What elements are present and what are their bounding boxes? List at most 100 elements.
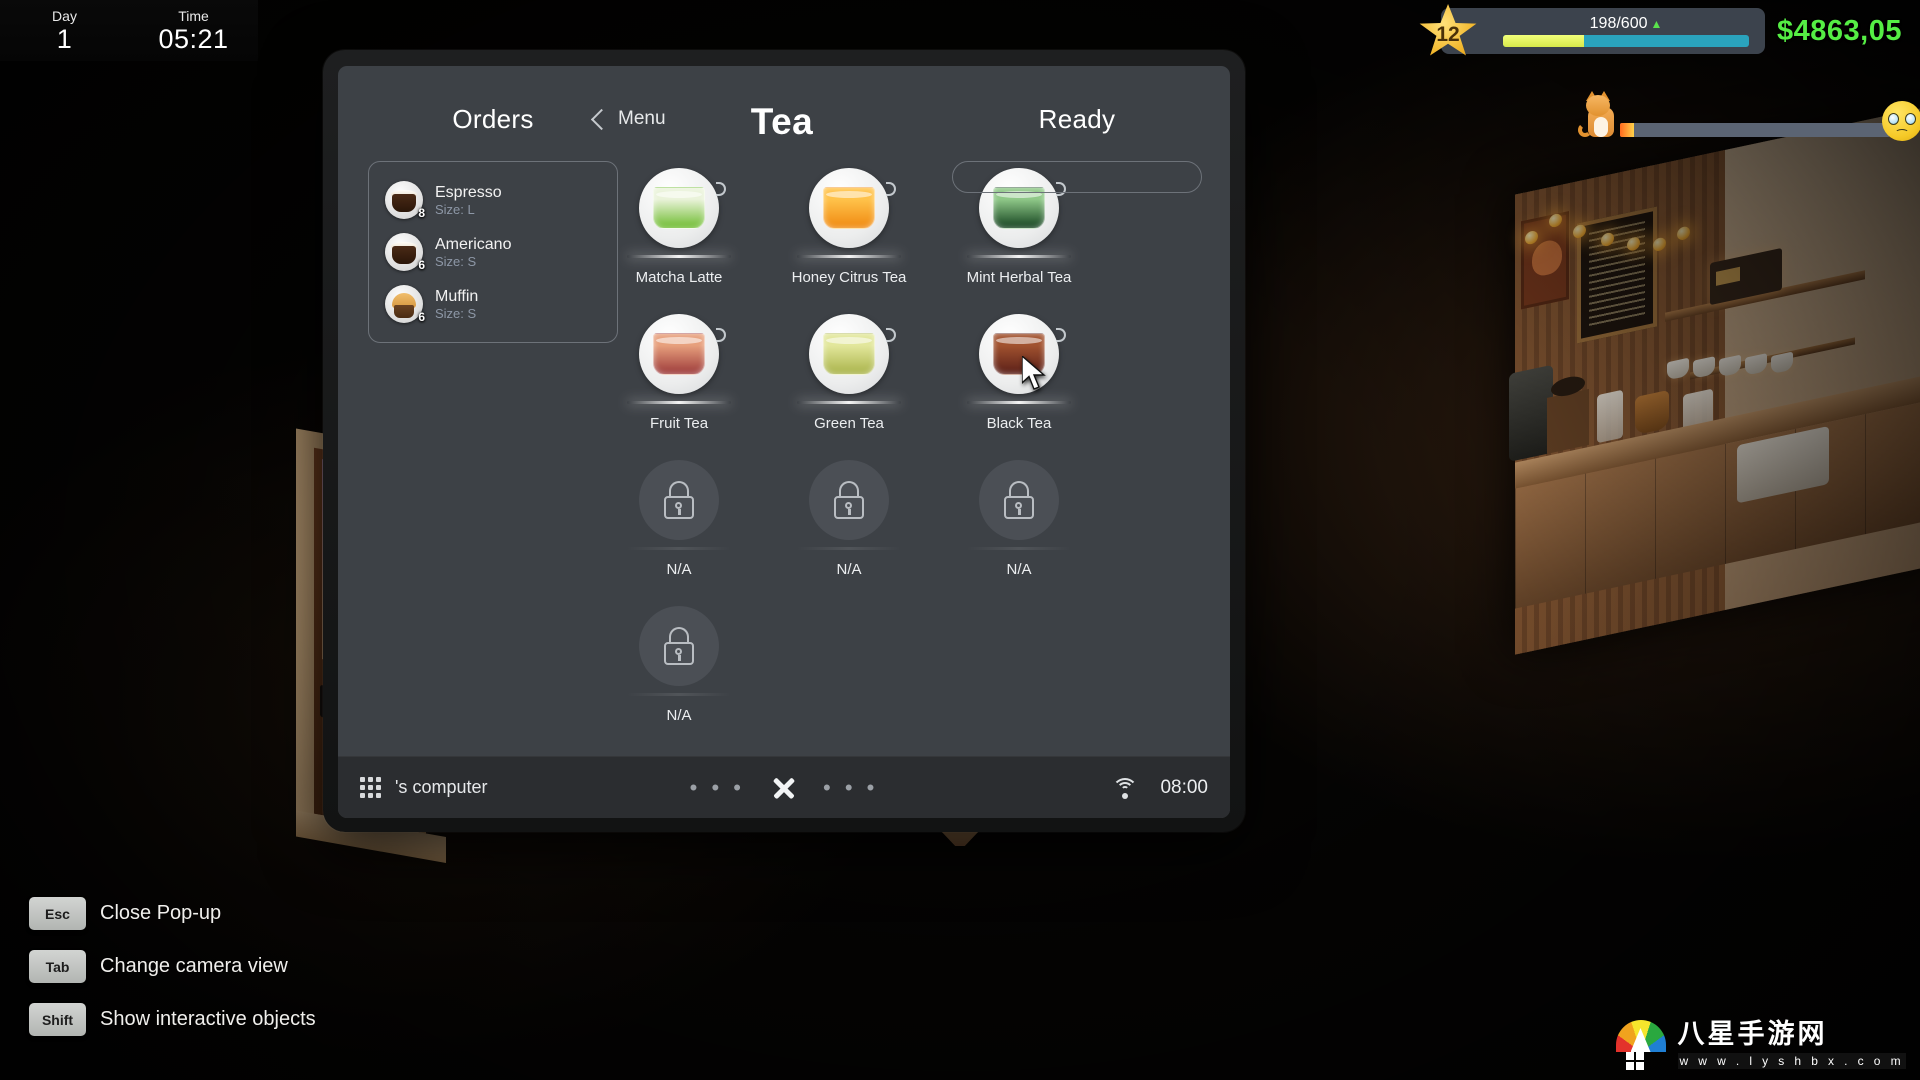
ready-slot[interactable] [952, 161, 1202, 193]
shelf-glow [967, 255, 1071, 258]
key-cap-esc: Esc [29, 897, 86, 930]
xp-value: 198/600 [1589, 15, 1648, 32]
taskbar: 's computer • • • • • • 08:00 [338, 756, 1230, 818]
lock-icon [639, 606, 719, 686]
menu-item-label: Honey Citrus Tea [791, 269, 907, 286]
star-level-badge: 12 [1419, 4, 1477, 60]
glass-cup [823, 333, 875, 375]
customer-patience-bar [1578, 91, 1920, 147]
menu-item-honey-citrus-tea[interactable]: Honey Citrus Tea [764, 168, 934, 286]
wifi-icon [1112, 777, 1139, 799]
coffee-grinder [1547, 388, 1589, 454]
cup-handle [886, 328, 896, 342]
xp-bar-fill [1503, 35, 1585, 47]
drink-icon [639, 314, 726, 394]
taskbar-clock: 08:00 [1160, 776, 1208, 798]
computer-popup: Orders 8 Espresso Size: L 6 Americano Si… [323, 50, 1245, 832]
day-label: Day [52, 7, 77, 24]
time-counter: Time 05:21 [129, 0, 258, 61]
watermark-url: w w w . l y s h b x . c o m [1677, 1052, 1906, 1069]
menu-item-label: N/A [1006, 561, 1032, 578]
game-screen: OPEN Day 1 Time 05:21 12 198/600 [0, 0, 1920, 1080]
menu-header: Menu Tea [590, 98, 970, 152]
menu-item-label: Matcha Latte [635, 269, 723, 286]
apps-grid-icon[interactable] [360, 777, 381, 798]
order-qty: 8 [418, 206, 425, 220]
drink-icon [809, 314, 896, 394]
lock-icon [639, 460, 719, 540]
computer-screen: Orders 8 Espresso Size: L 6 Americano Si… [338, 66, 1230, 818]
menu-item-label: N/A [666, 707, 692, 724]
orders-panel: Orders 8 Espresso Size: L 6 Americano Si… [368, 104, 618, 343]
shelf-glow [627, 547, 731, 550]
order-name: Americano [435, 235, 512, 253]
star-level-value: 12 [1436, 23, 1460, 46]
cafe-interior [1509, 105, 1920, 655]
taskbar-dots-right: • • • [823, 774, 879, 800]
menu-item-fruit-tea[interactable]: Fruit Tea [594, 314, 764, 432]
lock-icon [809, 460, 889, 540]
cat-head [1586, 95, 1610, 116]
storage-jar [1597, 389, 1623, 444]
patience-track [1620, 123, 1890, 137]
watermark-logo-icon [1614, 1018, 1668, 1070]
menu-item-locked: N/A [764, 460, 934, 578]
cat-belly [1594, 117, 1608, 137]
drink-icon [809, 168, 896, 248]
xp-progress: 198/600 ▲ [1501, 15, 1751, 47]
menu-item-label: Fruit Tea [649, 415, 709, 432]
glass-cup [823, 187, 875, 229]
key-desc-shift: Show interactive objects [100, 1008, 316, 1030]
crying-face-icon [1882, 101, 1920, 141]
shelf-glow [967, 401, 1071, 404]
menu-item-matcha-latte[interactable]: Matcha Latte [594, 168, 764, 286]
face-eye-left [1888, 113, 1899, 125]
key-hint-row: Shift Show interactive objects [29, 1003, 316, 1036]
menu-item-label: N/A [836, 561, 862, 578]
menu-item-grid: Matcha Latte Honey Citrus Tea Mint Herbal … [594, 168, 1071, 724]
shelf-glow [797, 547, 901, 550]
order-item-espresso[interactable]: 8 Espresso Size: L [379, 174, 607, 226]
cup-handle [716, 328, 726, 342]
order-size: Size: L [435, 201, 475, 217]
shelf-glow [797, 255, 901, 258]
americano-icon: 6 [385, 233, 425, 272]
menu-item-black-tea[interactable]: Black Tea [934, 314, 1104, 432]
money-value: $4863,05 [1777, 14, 1902, 47]
menu-item-green-tea[interactable]: Green Tea [764, 314, 934, 432]
key-cap-shift: Shift [29, 1003, 86, 1036]
glass-cup [653, 333, 705, 375]
face-mouth [1895, 129, 1909, 137]
glass-cup [653, 187, 705, 229]
order-qty: 6 [418, 258, 425, 272]
menu-item-locked: N/A [934, 460, 1104, 578]
drink-icon [639, 168, 726, 248]
key-desc-esc: Close Pop-up [100, 902, 222, 924]
chevron-left-icon [590, 108, 613, 130]
order-qty: 6 [418, 310, 425, 324]
cup-handle [1056, 328, 1066, 342]
day-time-hud: Day 1 Time 05:21 [0, 0, 258, 61]
order-size: Size: S [435, 305, 477, 321]
orders-list: 8 Espresso Size: L 6 Americano Size: S 6… [368, 161, 618, 343]
watermark-name: 八星手游网 [1677, 1018, 1828, 1050]
espresso-icon: 8 [385, 181, 425, 220]
taskbar-title: 's computer [395, 777, 488, 797]
shelf-glow [627, 693, 731, 696]
order-item-americano[interactable]: 6 Americano Size: S [379, 226, 607, 278]
menu-item-label: Mint Herbal Tea [966, 269, 1072, 286]
cup-handle [886, 182, 896, 196]
taskbar-dots-left: • • • [689, 774, 745, 800]
back-to-menu-button[interactable]: Menu [590, 108, 666, 130]
shelf-glow [627, 401, 731, 404]
shelf-glow [627, 255, 731, 258]
key-hint-row: Esc Close Pop-up [29, 897, 316, 930]
close-icon[interactable] [769, 773, 799, 803]
face-eye-right [1905, 113, 1916, 125]
day-value: 1 [56, 23, 73, 54]
cat-icon [1578, 91, 1626, 143]
muffin-icon: 6 [385, 285, 425, 324]
ready-title: Ready [1038, 104, 1116, 134]
back-label: Menu [618, 108, 666, 129]
order-item-muffin[interactable]: 6 Muffin Size: S [379, 278, 607, 330]
